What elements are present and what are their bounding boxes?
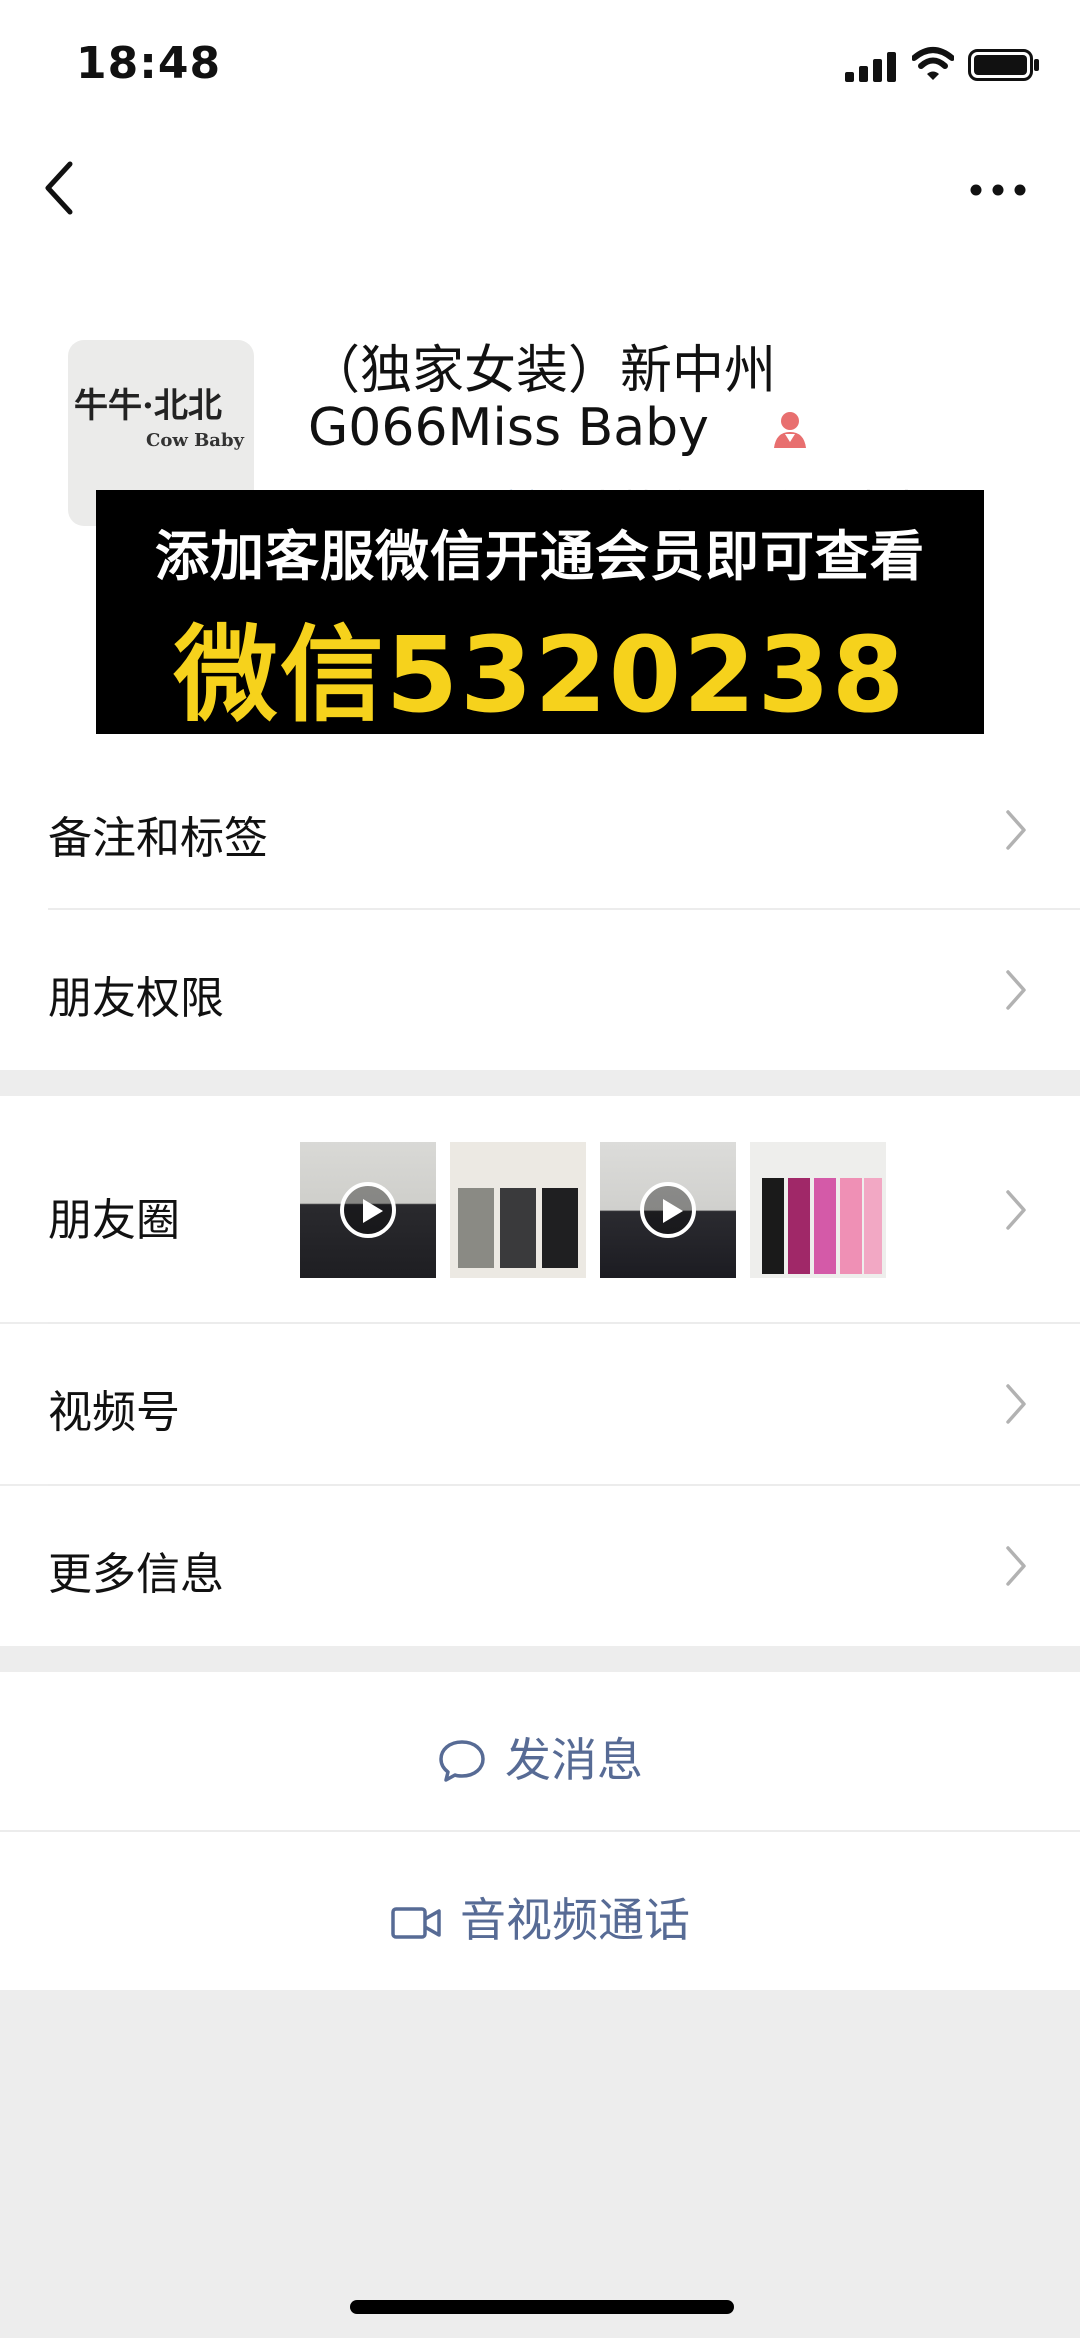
chevron-right-icon	[1006, 970, 1026, 1010]
back-icon[interactable]	[40, 158, 80, 218]
av-call-button[interactable]: 音视频通话	[0, 1832, 1080, 1990]
contact-name-line2: G066Miss Baby	[308, 398, 709, 458]
row-more-info-label: 更多信息	[48, 1549, 224, 1600]
row-channels-label: 视频号	[48, 1387, 180, 1438]
moments-thumb-2	[450, 1142, 586, 1278]
promo-wechat-id: 微信5320238	[173, 614, 907, 736]
video-camera-icon	[391, 1907, 441, 1939]
play-icon	[340, 1182, 396, 1238]
battery-icon	[968, 49, 1039, 81]
av-call-label: 音视频通话	[460, 1893, 690, 1947]
row-more-info[interactable]: 更多信息	[0, 1486, 1080, 1646]
row-remarks-tags-label: 备注和标签	[48, 813, 268, 864]
home-indicator[interactable]	[350, 2300, 734, 2314]
promo-banner: 添加客服微信开通会员即可查看 微信5320238	[96, 490, 984, 736]
chat-bubble-icon	[439, 1740, 485, 1782]
contact-name-line1: （独家女装）新中州	[308, 341, 777, 401]
signal-icon	[845, 52, 896, 82]
row-channels[interactable]: 视频号	[0, 1324, 1080, 1484]
status-time: 18:48	[76, 38, 222, 89]
av-call-content: 音视频通话	[0, 1884, 1080, 1950]
send-message-label: 发消息	[505, 1733, 643, 1787]
row-moments[interactable]: 朋友圈	[0, 1096, 1080, 1322]
play-icon	[640, 1182, 696, 1238]
chevron-right-icon	[1006, 810, 1026, 850]
more-icon[interactable]	[966, 170, 1030, 210]
row-friend-permissions-label: 朋友权限	[48, 973, 224, 1024]
promo-text: 添加客服微信开通会员即可查看	[155, 525, 925, 588]
status-bar: 18:48	[0, 0, 1080, 130]
female-icon	[774, 412, 806, 448]
avatar-logo-sub: Cow Baby	[146, 430, 245, 451]
send-message-content: 发消息	[0, 1724, 1080, 1790]
row-moments-label: 朋友圈	[48, 1195, 180, 1246]
row-remarks-tags[interactable]: 备注和标签	[0, 750, 1080, 910]
wifi-icon	[912, 47, 954, 80]
chevron-right-icon	[1006, 1546, 1026, 1586]
moments-thumb-1	[300, 1142, 436, 1278]
moments-thumb-4	[750, 1142, 886, 1278]
row-friend-permissions[interactable]: 朋友权限	[0, 910, 1080, 1070]
avatar-logo: 牛牛·北北	[74, 386, 222, 426]
send-message-button[interactable]: 发消息	[0, 1672, 1080, 1830]
chevron-right-icon	[1006, 1190, 1026, 1230]
moments-thumb-3	[600, 1142, 736, 1278]
chevron-right-icon	[1006, 1384, 1026, 1424]
